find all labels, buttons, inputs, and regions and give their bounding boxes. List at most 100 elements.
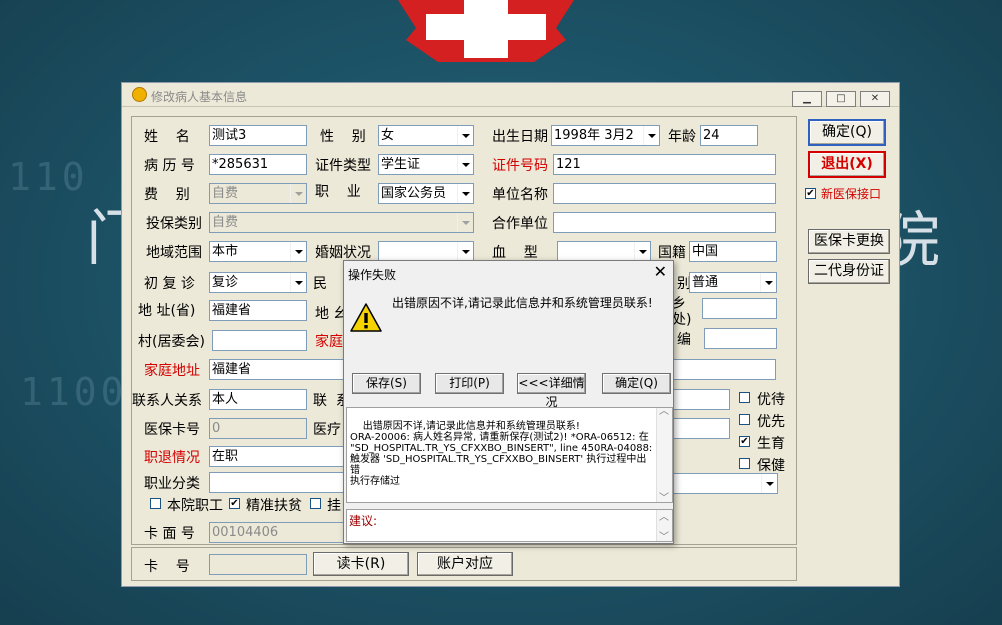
suggestion-textarea[interactable]: 建议: xyxy=(346,508,673,543)
card-change-button[interactable]: 医保卡更换 xyxy=(808,229,890,254)
account-button[interactable]: 账户对应 xyxy=(417,552,513,576)
staff-label: 本院职工 xyxy=(167,498,223,514)
zip-input[interactable] xyxy=(704,328,777,349)
village-label: 村(居委会) xyxy=(138,334,205,350)
priority-checkbox[interactable] xyxy=(739,392,750,403)
home-label: 家庭地址 xyxy=(144,363,200,379)
nation-label: 国籍 xyxy=(658,245,686,261)
gender-label: 性 别 xyxy=(320,129,366,145)
relation-input[interactable]: 本人 xyxy=(209,389,307,410)
idno-input[interactable]: 121 xyxy=(553,154,776,175)
name-input[interactable]: 测试3 xyxy=(209,125,307,146)
marital-select[interactable] xyxy=(378,241,474,262)
zip-label: 编 xyxy=(677,332,691,348)
chevron-down-icon[interactable] xyxy=(761,474,777,493)
poverty-checkbox[interactable]: ✔ xyxy=(229,498,240,509)
coop-label: 合作单位 xyxy=(492,216,548,232)
new-interface-checkbox[interactable]: ✔ xyxy=(805,188,816,199)
jobcat-select[interactable] xyxy=(209,472,349,493)
error-detail-textarea[interactable]: 出错原因不详,请记录此信息并和系统管理员联系! ORA-20006: 病人姓名异… xyxy=(346,406,673,504)
retire-input[interactable]: 在职 xyxy=(209,446,349,467)
area-select[interactable]: 本市 xyxy=(209,241,307,262)
dialog-detail-button[interactable]: <<<详细情况 xyxy=(517,373,586,409)
first-checkbox[interactable] xyxy=(739,414,750,425)
birth-label: 出生日期 xyxy=(492,129,548,145)
visit-select[interactable]: 复诊 xyxy=(209,272,307,293)
chevron-down-icon[interactable] xyxy=(634,242,650,261)
window-titlebar[interactable]: 修改病人基本信息 ▁ □ ✕ xyxy=(122,83,899,107)
jobcat-dropdown[interactable] xyxy=(672,473,778,494)
error-dialog: 操作失败 ✕ 出错原因不详,请记录此信息并和系统管理员联系! 保存(S) 打印(… xyxy=(343,260,674,544)
chevron-down-icon[interactable] xyxy=(290,242,306,261)
chevron-down-icon[interactable] xyxy=(290,273,306,292)
chevron-down-icon[interactable] xyxy=(457,126,473,145)
medical-input[interactable] xyxy=(672,418,730,439)
ok-button[interactable]: 确定(Q) xyxy=(808,119,886,146)
job-select[interactable]: 国家公务员 xyxy=(378,183,474,204)
chevron-down-icon[interactable] xyxy=(457,155,473,174)
staff-checkbox[interactable] xyxy=(150,498,161,509)
area-label: 地域范围 xyxy=(146,245,202,261)
error-detail-text: 出错原因不详,请记录此信息并和系统管理员联系! ORA-20006: 病人姓名异… xyxy=(350,421,653,487)
family-label: 家庭 xyxy=(315,334,343,350)
red-cross-logo xyxy=(398,0,574,62)
chevron-down-icon[interactable] xyxy=(457,184,473,203)
blood-select[interactable] xyxy=(557,241,651,262)
dialog-print-button[interactable]: 打印(P) xyxy=(435,373,504,394)
detail-scrollbar[interactable] xyxy=(656,406,672,504)
warning-icon xyxy=(350,303,382,332)
addr-input[interactable]: 福建省 xyxy=(209,300,307,321)
card-input: 0 xyxy=(209,418,307,439)
chevron-down-icon[interactable] xyxy=(760,273,776,292)
chevron-down-icon[interactable] xyxy=(643,126,659,145)
coop-input[interactable] xyxy=(553,212,776,233)
new-interface-label: 新医保接口 xyxy=(821,187,882,201)
dialog-ok-button[interactable]: 确定(Q) xyxy=(602,373,671,394)
suggestion-scrollbar[interactable] xyxy=(656,508,672,543)
hang-checkbox[interactable] xyxy=(310,498,321,509)
idtype-select[interactable]: 学生证 xyxy=(378,154,474,175)
dialog-save-button[interactable]: 保存(S) xyxy=(352,373,421,394)
birth-checkbox[interactable]: ✔ xyxy=(739,436,750,447)
first-label: 优先 xyxy=(757,414,785,430)
chevron-down-icon xyxy=(290,184,306,203)
township-input[interactable] xyxy=(702,298,777,319)
gender-select[interactable]: 女 xyxy=(378,125,474,146)
contact-input[interactable] xyxy=(672,389,730,410)
bottom-card-input xyxy=(209,554,307,575)
relation-label: 联系人关系 xyxy=(132,393,202,409)
birth-date-picker[interactable]: 1998年 3月2 xyxy=(551,125,660,146)
fee-select: 自费 xyxy=(209,183,307,204)
medical-label: 医疗 xyxy=(313,422,341,438)
idtype-label: 证件类型 xyxy=(315,158,371,174)
minimize-icon[interactable]: ▁ xyxy=(792,91,822,107)
bottom-card-label: 卡 号 xyxy=(144,559,190,575)
health-label: 保健 xyxy=(757,458,785,474)
poverty-label: 精准扶贫 xyxy=(246,498,302,514)
close-icon[interactable]: ✕ xyxy=(860,91,890,107)
bg-digits-1: 110 xyxy=(8,155,89,199)
ethnic-label: 民 xyxy=(313,276,327,292)
chevron-down-icon[interactable] xyxy=(457,242,473,261)
maximize-icon[interactable]: □ xyxy=(826,91,856,107)
read-card-button[interactable]: 读卡(R) xyxy=(313,552,409,576)
age-input[interactable]: 24 xyxy=(700,125,758,146)
bottom-bar: 卡 号 读卡(R) 账户对应 xyxy=(131,547,797,581)
hang-label: 挂 xyxy=(327,498,341,514)
second-id-button[interactable]: 二代身份证 xyxy=(808,259,890,284)
close-icon[interactable]: ✕ xyxy=(654,262,667,281)
exit-button[interactable]: 退出(X) xyxy=(808,151,886,178)
health-checkbox[interactable] xyxy=(739,458,750,469)
category-select[interactable]: 普通 xyxy=(689,272,777,293)
company-input[interactable] xyxy=(553,183,776,204)
cardface-label: 卡 面 号 xyxy=(144,526,195,542)
township-label-b: 处) xyxy=(672,312,692,328)
dialog-title: 操作失败 xyxy=(348,268,397,282)
village-input[interactable] xyxy=(212,330,307,351)
fee-label: 费 别 xyxy=(144,187,190,203)
blood-label: 血 型 xyxy=(492,245,538,261)
nation-input[interactable]: 中国 xyxy=(689,241,777,262)
retire-label: 职退情况 xyxy=(144,450,200,466)
record-input[interactable]: *285631 xyxy=(209,154,307,175)
priority-label: 优待 xyxy=(757,392,785,408)
